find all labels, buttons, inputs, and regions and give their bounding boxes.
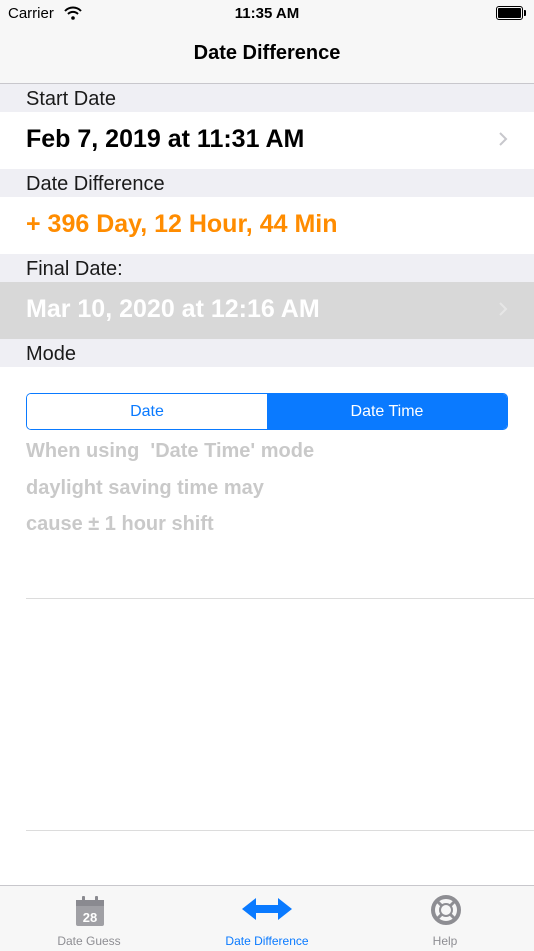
tab-label-date-difference: Date Difference <box>225 934 309 948</box>
chevron-right-icon <box>499 302 508 316</box>
date-difference-header: Date Difference <box>0 169 534 197</box>
battery-icon <box>496 6 526 20</box>
tab-date-difference[interactable]: Date Difference <box>178 886 356 951</box>
tab-label-date-guess: Date Guess <box>57 934 121 948</box>
start-date-header: Start Date <box>0 84 534 112</box>
double-arrow-icon <box>242 898 292 920</box>
battery-level <box>498 8 521 18</box>
lifebuoy-icon <box>431 895 461 925</box>
page-title: Date Difference <box>193 42 341 64</box>
mode-segmented-control[interactable]: Date Date Time <box>26 393 508 430</box>
start-date-row[interactable]: Feb 7, 2019 at 11:31 AM <box>0 112 534 169</box>
start-date-header-label: Start Date <box>26 88 117 110</box>
tab-help[interactable]: Help <box>356 886 534 951</box>
final-date-header-label: Final Date: <box>26 258 123 280</box>
navigation-bar: Date Difference <box>0 28 534 84</box>
status-bar: Carrier 11:35 AM <box>0 0 534 28</box>
status-time: 11:35 AM <box>234 5 300 22</box>
chevron-right-icon <box>499 132 508 146</box>
final-date-row[interactable]: Mar 10, 2020 at 12:16 AM <box>0 282 534 339</box>
date-difference-header-label: Date Difference <box>26 173 165 195</box>
calendar-icon: 28 <box>76 896 104 926</box>
dst-note-line-3: cause ± 1 hour shift <box>26 513 214 535</box>
start-date-value: Feb 7, 2019 at 11:31 AM <box>26 125 305 153</box>
mode-option-date-time[interactable]: Date Time <box>267 394 507 429</box>
tab-date-guess[interactable]: 28 Date Guess <box>0 886 178 951</box>
mode-header: Mode <box>0 339 534 367</box>
divider <box>26 830 534 831</box>
calendar-badge: 28 <box>83 910 97 925</box>
tab-label-help: Help <box>432 934 458 948</box>
final-date-header: Final Date: <box>0 254 534 282</box>
date-difference-value: + 396 Day, 12 Hour, 44 Min <box>26 210 338 238</box>
final-date-value: Mar 10, 2020 at 12:16 AM <box>26 295 320 323</box>
tab-bar: 28 Date Guess Date Difference Help <box>0 885 534 951</box>
mode-header-label: Mode <box>26 343 77 365</box>
mode-option-date[interactable]: Date <box>27 394 267 429</box>
dst-note-line-1: When using 'Date Time' mode <box>26 440 315 462</box>
divider <box>26 598 534 599</box>
date-difference-row: + 396 Day, 12 Hour, 44 Min <box>0 197 534 254</box>
dst-note-line-2: daylight saving time may <box>26 477 264 499</box>
